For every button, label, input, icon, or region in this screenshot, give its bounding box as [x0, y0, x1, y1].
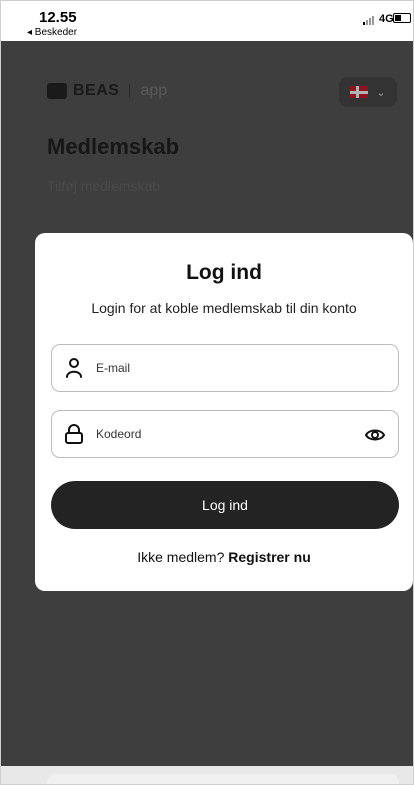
beas-logo: BEAS app [47, 82, 167, 100]
register-prefix: Ikke medlem? [137, 549, 229, 565]
logo-divider [129, 84, 131, 98]
password-input[interactable] [96, 423, 346, 445]
login-subtitle: Login for at koble medlemskab til din ko… [91, 300, 357, 316]
denmark-flag-icon [350, 86, 369, 98]
login-title: Log ind [186, 261, 262, 284]
password-field[interactable] [51, 410, 399, 458]
phone-screen: 12.55 ◂ Beskeder 4G BEAS app ⌄ Medlemska… [0, 0, 414, 785]
status-time: 12.55 [39, 9, 77, 26]
beas-logo-icon [47, 83, 67, 99]
eye-icon[interactable] [364, 424, 386, 446]
register-prompt: Ikke medlem? Registrer nu [35, 549, 413, 565]
signal-icon [363, 16, 374, 25]
user-icon [66, 358, 82, 378]
email-input[interactable] [96, 357, 346, 379]
bottom-card [47, 774, 399, 784]
language-selector[interactable]: ⌄ [339, 77, 397, 107]
lock-icon [65, 424, 83, 444]
back-to-messages[interactable]: ◂ Beskeder [27, 27, 77, 38]
logo-text: BEAS [73, 82, 120, 99]
login-button[interactable]: Log ind [51, 481, 399, 529]
email-field[interactable] [51, 344, 399, 392]
network-type: 4G [379, 13, 394, 25]
register-link[interactable]: Registrer nu [228, 549, 310, 565]
login-modal: Log ind Login for at koble medlemskab ti… [35, 233, 413, 591]
battery-icon [393, 13, 411, 23]
page-title: Medlemskab [47, 134, 180, 159]
status-bar: 12.55 ◂ Beskeder 4G [1, 1, 413, 41]
logo-app-text: app [140, 82, 168, 99]
chevron-down-icon: ⌄ [376, 86, 386, 99]
page-subtitle: Tilføj medlemskab [47, 178, 161, 194]
